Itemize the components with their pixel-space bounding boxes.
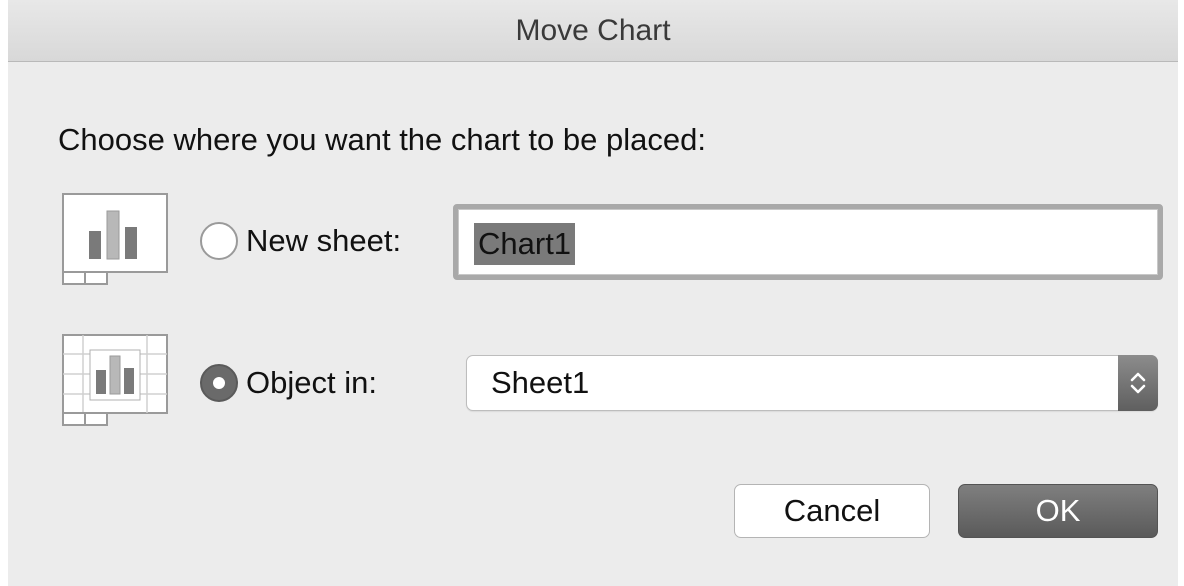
object-in-label[interactable]: Object in: — [246, 365, 377, 401]
new-sheet-name-value[interactable]: Chart1 — [474, 223, 576, 265]
object-in-option[interactable]: Object in: — [200, 364, 377, 402]
new-sheet-radio[interactable] — [200, 222, 238, 260]
new-sheet-name-field[interactable]: Chart1 — [453, 204, 1163, 280]
select-chevron-up-down-icon[interactable] — [1118, 355, 1158, 411]
embedded-chart-icon — [62, 334, 168, 428]
dialog-title: Move Chart — [515, 14, 671, 47]
cancel-button[interactable]: Cancel — [734, 484, 930, 538]
new-sheet-label[interactable]: New sheet: — [246, 223, 401, 259]
object-in-sheet-value: Sheet1 — [491, 365, 590, 400]
ok-button[interactable]: OK — [958, 484, 1158, 538]
object-in-radio[interactable] — [200, 364, 238, 402]
title-bar[interactable]: Move Chart — [8, 0, 1178, 62]
chart-sheet-icon — [62, 193, 168, 287]
radio-selected-dot — [213, 377, 225, 389]
move-chart-dialog: Move Chart Choose where you want the cha… — [8, 0, 1178, 586]
object-in-sheet-select[interactable]: Sheet1 — [466, 355, 1158, 411]
placement-prompt: Choose where you want the chart to be pl… — [58, 122, 706, 157]
new-sheet-option[interactable]: New sheet: — [200, 222, 401, 260]
